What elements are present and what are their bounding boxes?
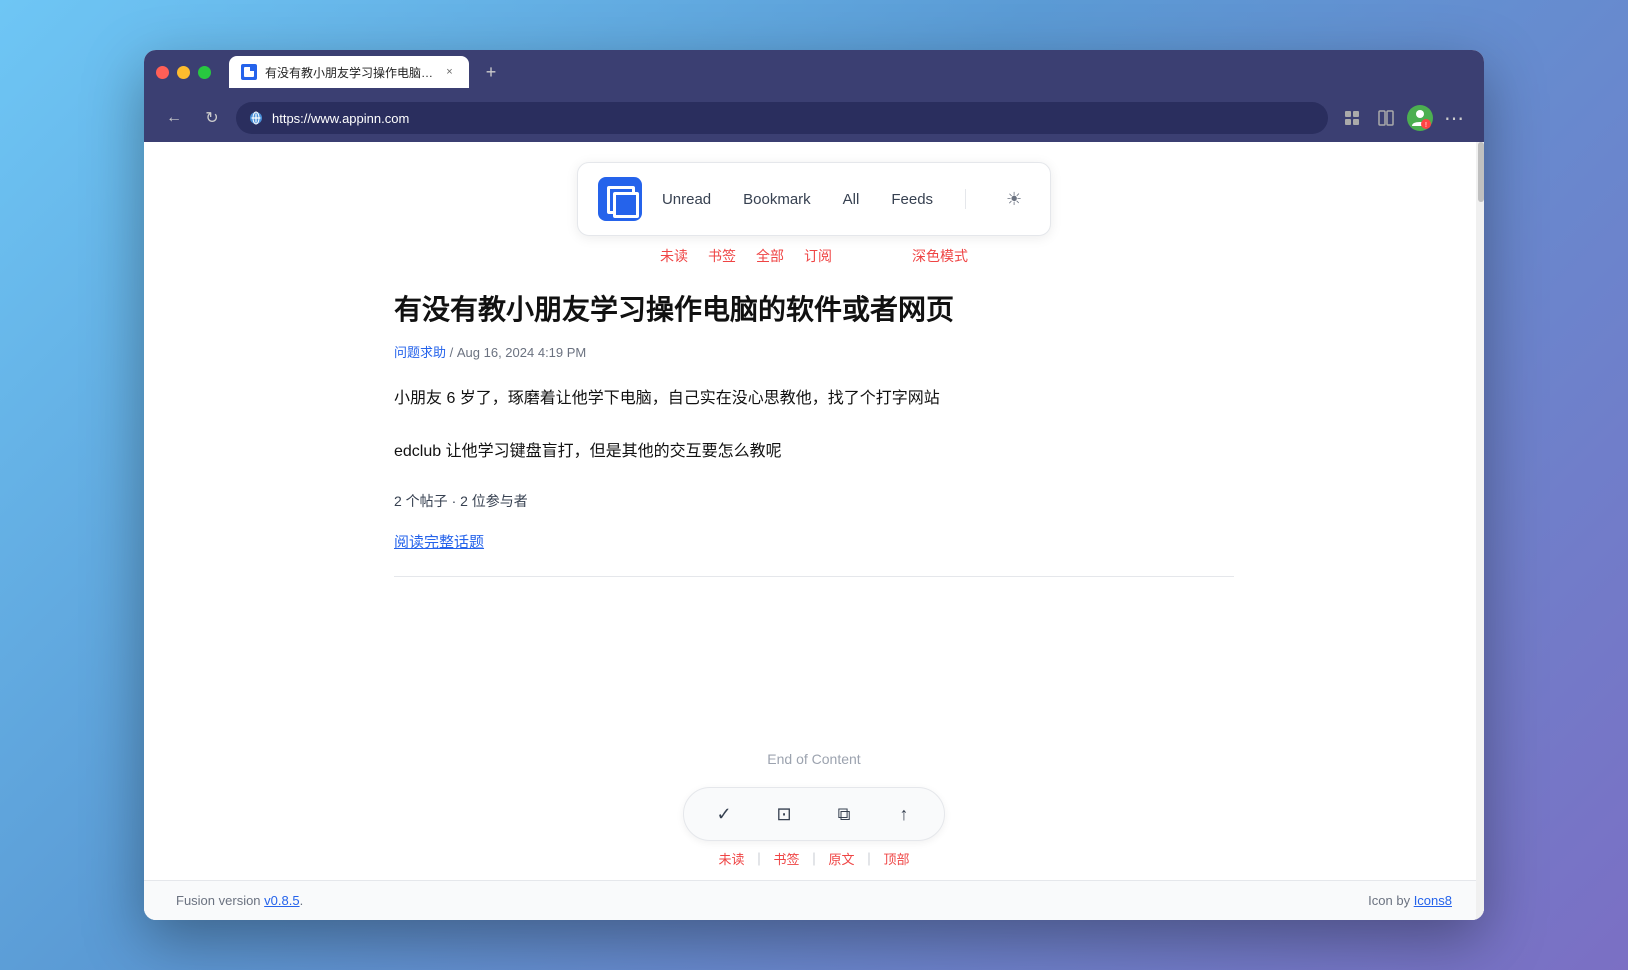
bottom-action-bar: ✓ ⊡ ⧉ ↑ xyxy=(144,787,1484,841)
svg-text:!: ! xyxy=(1425,122,1427,129)
nav-annotations: 未读 书签 全部 订阅 深色模式 xyxy=(144,246,1484,272)
article-meta-sep: / xyxy=(450,345,457,360)
nav-anno-group: 未读 书签 全部 订阅 深色模式 xyxy=(660,246,968,266)
tab-label: 有没有教小朋友学习操作电脑的... xyxy=(265,64,434,81)
article-body-1: 小朋友 6 岁了，琢磨着让他学下电脑，自己实在没心思教他，找了个打字网站 xyxy=(394,385,1234,414)
reader-view-icon[interactable] xyxy=(1372,104,1400,132)
sep-3: ｜ xyxy=(863,849,876,868)
anno-bookmark: 书签 xyxy=(708,246,736,266)
nav-unread[interactable]: Unread xyxy=(662,191,711,208)
footer-version-text: Fusion version xyxy=(176,893,264,908)
article-category[interactable]: 问题求助 xyxy=(394,345,446,360)
refresh-button[interactable]: ↻ xyxy=(198,104,226,132)
address-bar[interactable]: https://www.appinn.com xyxy=(236,102,1328,134)
anno-feeds: 订阅 xyxy=(804,246,832,266)
page-content: Unread Bookmark All Feeds ☀ 未读 书签 全部 订阅 … xyxy=(144,142,1484,920)
nav-divider xyxy=(965,189,966,209)
nav-all[interactable]: All xyxy=(843,191,860,208)
app-logo-inner xyxy=(607,186,633,212)
anno-unread: 未读 xyxy=(660,246,688,266)
anno-theme: 深色模式 xyxy=(912,246,968,266)
close-button[interactable] xyxy=(156,66,169,79)
nav-bookmark[interactable]: Bookmark xyxy=(743,191,811,208)
extensions-icon[interactable] xyxy=(1338,104,1366,132)
tab-close-button[interactable]: × xyxy=(442,64,457,80)
scrollbar-thumb[interactable] xyxy=(1478,142,1484,202)
menu-icon[interactable]: ⋯ xyxy=(1440,104,1468,132)
scroll-top-button[interactable]: ↑ xyxy=(888,798,920,830)
footer-version-period: . xyxy=(300,893,304,908)
toolbar: ← ↻ https://www.appinn.com xyxy=(144,94,1484,142)
article-area: 有没有教小朋友学习操作电脑的软件或者网页 问题求助 / Aug 16, 2024… xyxy=(214,272,1414,751)
sep-1: ｜ xyxy=(752,849,765,868)
tab-area: 有没有教小朋友学习操作电脑的... × + xyxy=(229,56,1472,88)
site-favicon xyxy=(248,110,264,126)
anno-bottom-original: 原文 xyxy=(829,849,855,868)
title-bar: 有没有教小朋友学习操作电脑的... × + xyxy=(144,50,1484,94)
browser-window: 有没有教小朋友学习操作电脑的... × + ← ↻ https://www.ap… xyxy=(144,50,1484,920)
active-tab[interactable]: 有没有教小朋友学习操作电脑的... × xyxy=(229,56,469,88)
anno-all: 全部 xyxy=(756,246,784,266)
sep-2: ｜ xyxy=(807,849,820,868)
nav-links: Unread Bookmark All Feeds ☀ xyxy=(662,183,1030,215)
nav-pill: Unread Bookmark All Feeds ☀ xyxy=(577,162,1051,236)
anno-bottom-bookmark: 书签 xyxy=(773,849,799,868)
profile-avatar[interactable]: ! xyxy=(1406,104,1434,132)
traffic-lights xyxy=(156,66,211,79)
toolbar-actions: ! ⋯ xyxy=(1338,104,1468,132)
article-meta: 问题求助 / Aug 16, 2024 4:19 PM xyxy=(394,342,1234,361)
footer-version: Fusion version v0.8.5. xyxy=(176,893,303,908)
back-button[interactable]: ← xyxy=(160,104,188,132)
read-full-link[interactable]: 阅读完整话题 xyxy=(394,531,484,552)
theme-toggle[interactable]: ☀ xyxy=(998,183,1030,215)
app-logo xyxy=(598,177,642,221)
bottom-annotations: 未读 ｜ 书签 ｜ 原文 ｜ 顶部 xyxy=(144,849,1484,880)
anno-bottom-top: 顶部 xyxy=(884,849,910,868)
nav-feeds[interactable]: Feeds xyxy=(891,191,933,208)
article-body-2: edclub 让他学习键盘盲打，但是其他的交互要怎么教呢 xyxy=(394,438,1234,467)
footer-version-link[interactable]: v0.8.5 xyxy=(264,893,299,908)
scrollbar[interactable] xyxy=(1476,142,1484,920)
minimize-button[interactable] xyxy=(177,66,190,79)
page-footer: Fusion version v0.8.5. Icon by Icons8 xyxy=(144,880,1484,920)
new-tab-button[interactable]: + xyxy=(477,58,505,86)
footer-icon-credit: Icon by Icons8 xyxy=(1368,893,1452,908)
article-date: Aug 16, 2024 4:19 PM xyxy=(457,345,586,360)
page-nav: Unread Bookmark All Feeds ☀ xyxy=(144,142,1484,246)
address-text: https://www.appinn.com xyxy=(272,111,409,126)
article-title: 有没有教小朋友学习操作电脑的软件或者网页 xyxy=(394,292,1234,328)
tab-favicon xyxy=(241,64,257,80)
footer-icon-link[interactable]: Icons8 xyxy=(1414,893,1452,908)
anno-bottom-unread: 未读 xyxy=(718,849,744,868)
external-link-button[interactable]: ⧉ xyxy=(828,798,860,830)
article-stats: 2 个帖子 · 2 位参与者 xyxy=(394,491,1234,511)
maximize-button[interactable] xyxy=(198,66,211,79)
action-pill: ✓ ⊡ ⧉ ↑ xyxy=(683,787,945,841)
mark-read-button[interactable]: ✓ xyxy=(708,798,740,830)
article-divider xyxy=(394,576,1234,577)
bookmark-button[interactable]: ⊡ xyxy=(768,798,800,830)
footer-icon-text: Icon by xyxy=(1368,893,1414,908)
end-of-content: End of Content xyxy=(144,751,1484,767)
